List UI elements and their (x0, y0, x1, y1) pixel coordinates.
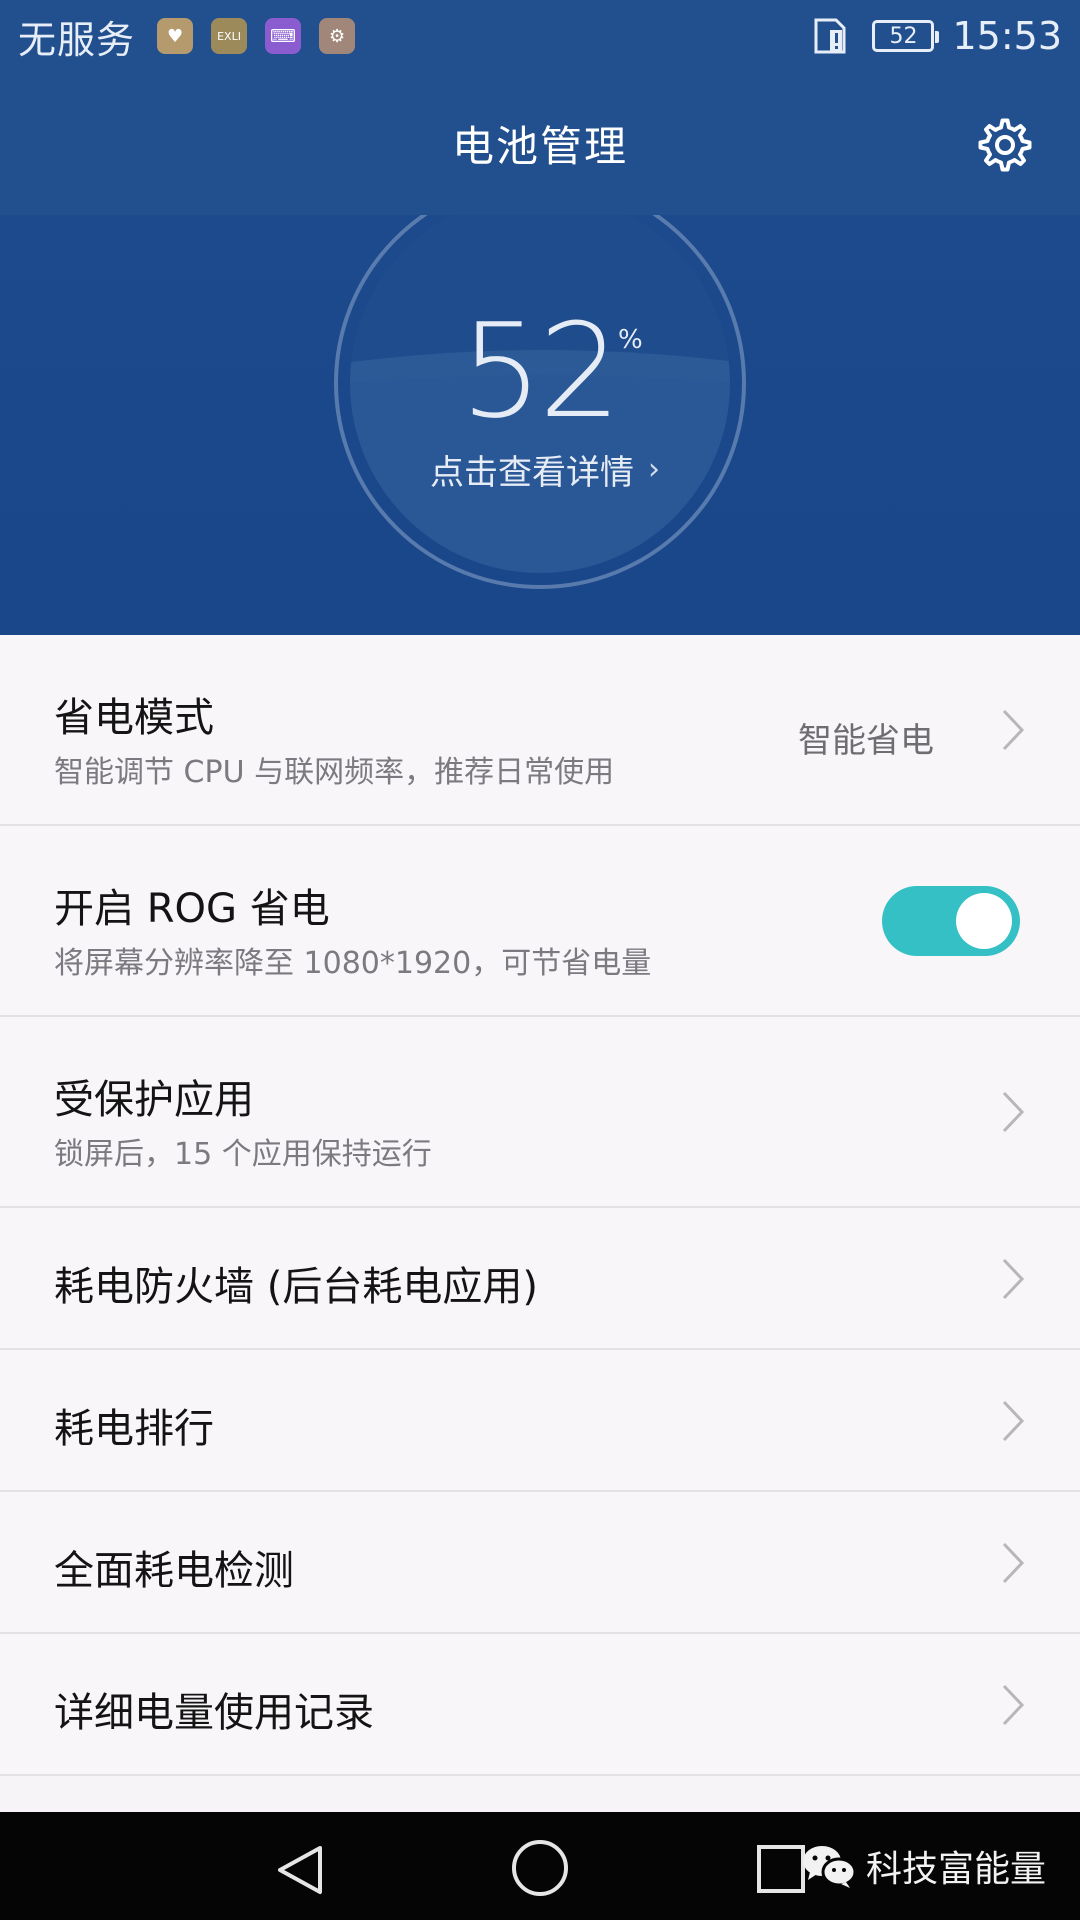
recent-apps-button[interactable] (756, 1844, 806, 1894)
status-bar: 无服务 ♥ EXLI ⌨ ⚙ 52 15:53 (0, 0, 1080, 72)
rog-power-saving-row: 开启 ROG 省电 将屏幕分辨率降至 1080*1920，可节省电量 (0, 826, 1080, 1017)
row-value: 智能省电 (798, 721, 934, 761)
protected-apps-row[interactable]: 受保护应用 锁屏后，15 个应用保持运行 (0, 1017, 1080, 1208)
wechat-icon (803, 1846, 857, 1888)
chevron-right-icon (1002, 1684, 1025, 1726)
battery-percent: 52 (460, 295, 621, 447)
navigation-bar: 科技富能量 (0, 1812, 1080, 1920)
row-subtitle: 锁屏后，15 个应用保持运行 (54, 1137, 432, 1172)
row-title: 耗电防火墙 (后台耗电应用) (54, 1264, 538, 1310)
view-details-link[interactable]: 点击查看详情 › (430, 445, 660, 494)
chevron-right-icon: › (648, 452, 660, 487)
exli-app-icon: EXLI (211, 18, 248, 54)
row-title: 全面耗电检测 (54, 1548, 294, 1594)
health-app-icon: ♥ (157, 18, 194, 54)
row-title: 耗电排行 (54, 1406, 214, 1452)
toggle-knob (956, 893, 1012, 949)
back-button[interactable] (272, 1842, 328, 1898)
gear-icon (978, 118, 1032, 172)
chevron-right-icon (1002, 709, 1025, 751)
battery-level-text: 52 (889, 23, 918, 49)
chevron-right-icon (1002, 1258, 1025, 1300)
chevron-right-icon (1002, 1091, 1025, 1133)
battery-icon: 52 (872, 20, 940, 52)
row-title: 开启 ROG 省电 (54, 886, 330, 932)
watermark-text: 科技富能量 (866, 1849, 1047, 1890)
chevron-right-icon (1002, 1400, 1025, 1442)
watermark: 科技富能量 (800, 1840, 1046, 1892)
settings-button[interactable] (970, 110, 1040, 180)
usage-log-row[interactable]: 详细电量使用记录 (0, 1634, 1080, 1776)
page-title: 电池管理 (451, 122, 628, 171)
home-button[interactable] (510, 1838, 570, 1898)
carrier-label: 无服务 (18, 17, 136, 62)
full-power-check-row[interactable]: 全面耗电检测 (0, 1492, 1080, 1634)
percent-sign: % (618, 325, 643, 355)
settings-list: 省电模式 智能调节 CPU 与联网频率，推荐日常使用 智能省电 开启 ROG 省… (0, 635, 1080, 1776)
row-title: 省电模式 (54, 695, 214, 741)
row-subtitle: 智能调节 CPU 与联网频率，推荐日常使用 (54, 755, 615, 790)
row-title: 受保护应用 (54, 1077, 254, 1123)
row-title: 详细电量使用记录 (54, 1690, 374, 1736)
rog-toggle-switch[interactable] (882, 886, 1020, 956)
view-details-label: 点击查看详情 (430, 453, 634, 493)
power-saving-mode-row[interactable]: 省电模式 智能调节 CPU 与联网频率，推荐日常使用 智能省电 (0, 635, 1080, 826)
clock: 15:53 (952, 14, 1062, 58)
sim-card-icon (814, 18, 846, 54)
battery-gauge-panel[interactable]: 52 % 点击查看详情 › (0, 215, 1080, 635)
power-firewall-row[interactable]: 耗电防火墙 (后台耗电应用) (0, 1208, 1080, 1350)
power-ranking-row[interactable]: 耗电排行 (0, 1350, 1080, 1492)
app-bar: 电池管理 (0, 72, 1080, 215)
row-subtitle: 将屏幕分辨率降至 1080*1920，可节省电量 (54, 946, 652, 981)
chevron-right-icon (1002, 1542, 1025, 1584)
tool-app-icon: ⚙ (319, 18, 356, 54)
keyboard-app-icon: ⌨ (265, 18, 302, 54)
